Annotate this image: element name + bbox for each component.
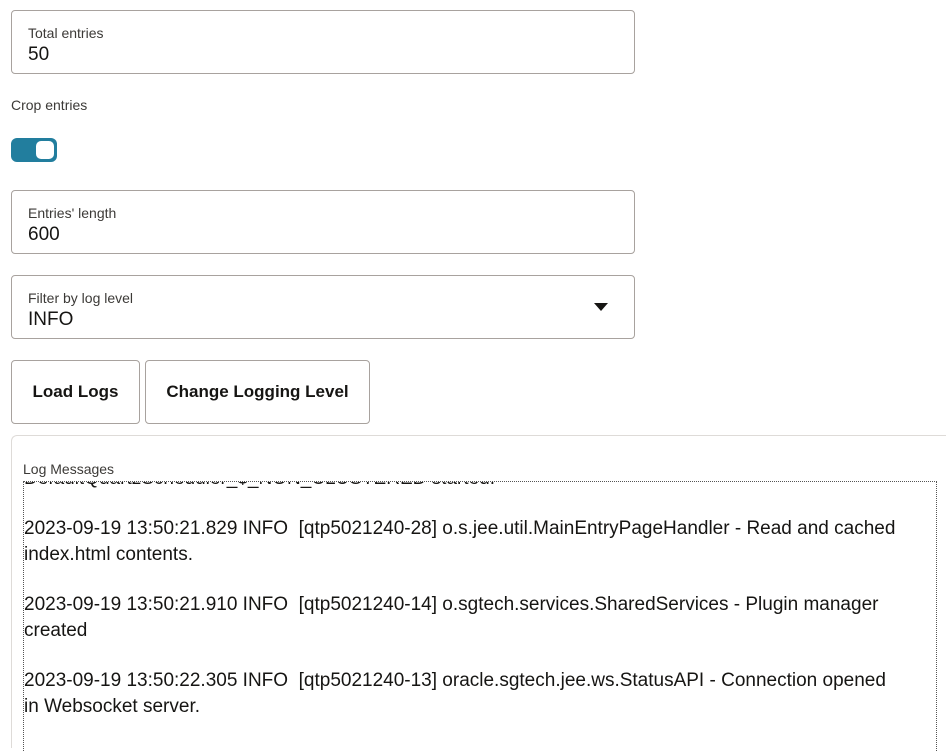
log-level-value: INFO bbox=[28, 309, 74, 330]
change-logging-level-button[interactable]: Change Logging Level bbox=[145, 360, 370, 424]
total-entries-value[interactable]: 50 bbox=[28, 44, 49, 66]
log-line: 2023-09-19 13:50:21.910 INFO [qtp5021240… bbox=[24, 594, 884, 641]
entries-length-value[interactable]: 600 bbox=[28, 224, 60, 246]
log-line: 2023-09-19 13:50:21.829 INFO [qtp5021240… bbox=[24, 518, 901, 565]
entries-length-label: Entries' length bbox=[28, 205, 117, 221]
chevron-down-icon[interactable] bbox=[594, 303, 608, 311]
log-messages-textarea[interactable]: DefaultQuartzScheduler_$_NON_CLUSTERED s… bbox=[23, 481, 937, 751]
crop-entries-toggle[interactable] bbox=[11, 138, 57, 162]
log-line: 2023-09-19 13:50:22.305 INFO [qtp5021240… bbox=[24, 670, 892, 717]
log-line: DefaultQuartzScheduler_$_NON_CLUSTERED s… bbox=[24, 482, 904, 492]
total-entries-label: Total entries bbox=[28, 25, 104, 41]
log-level-label: Filter by log level bbox=[28, 290, 134, 306]
log-messages-content: DefaultQuartzScheduler_$_NON_CLUSTERED s… bbox=[24, 482, 904, 744]
entries-length-field[interactable]: Entries' length 600 bbox=[11, 190, 635, 254]
log-level-select[interactable]: Filter by log level INFO bbox=[11, 275, 635, 339]
load-logs-button[interactable]: Load Logs bbox=[11, 360, 140, 424]
log-messages-label: Log Messages bbox=[23, 461, 115, 477]
crop-entries-label: Crop entries bbox=[11, 97, 88, 113]
log-messages-panel: Log Messages DefaultQuartzScheduler_$_NO… bbox=[11, 435, 946, 751]
total-entries-field[interactable]: Total entries 50 bbox=[11, 10, 635, 74]
toggle-knob bbox=[36, 141, 54, 159]
